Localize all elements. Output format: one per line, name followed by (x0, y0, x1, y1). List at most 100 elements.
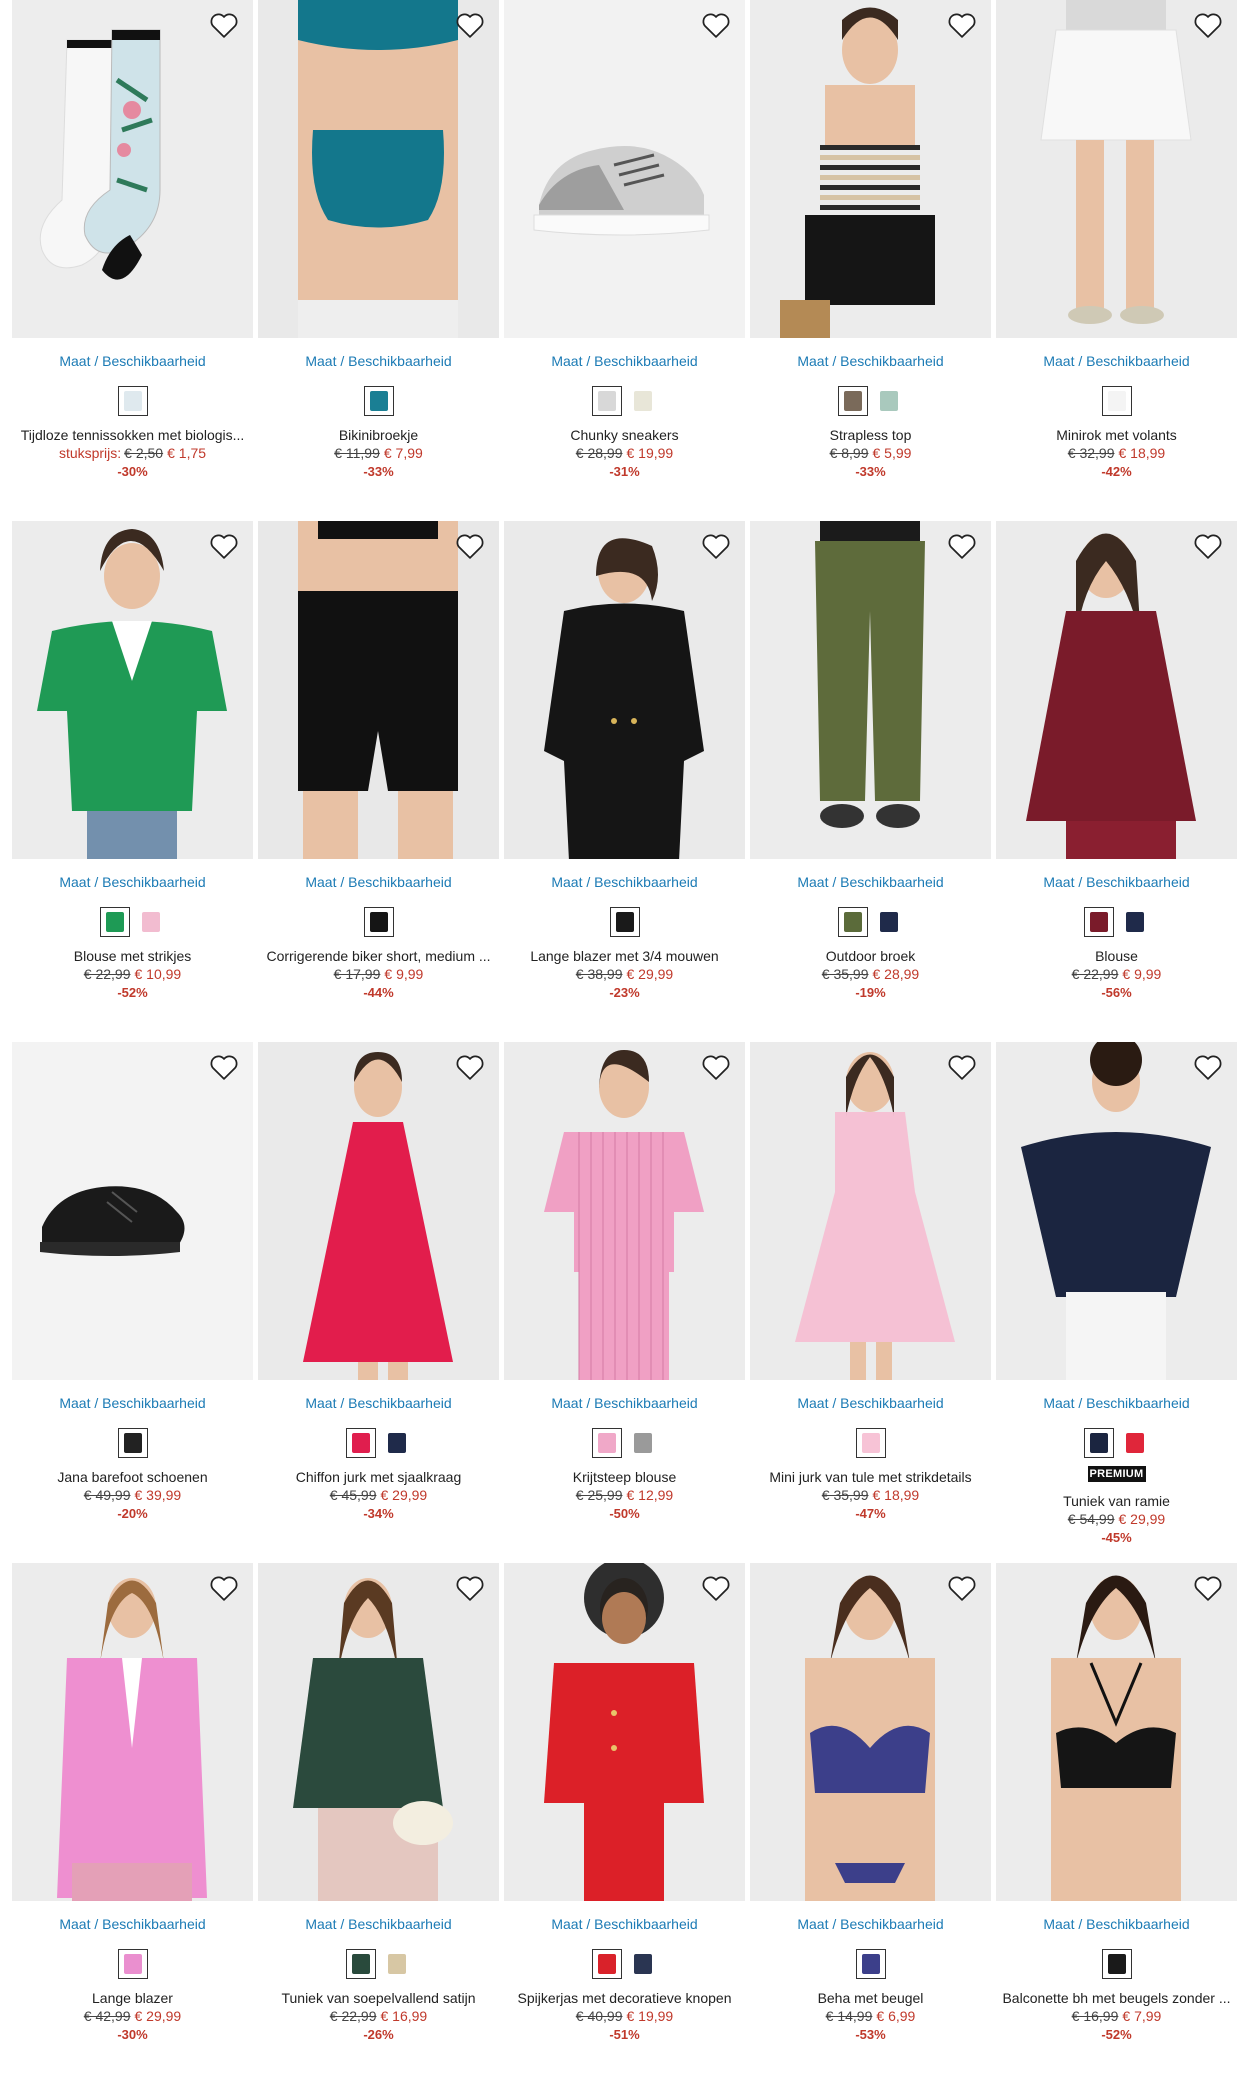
color-swatch[interactable] (855, 1949, 886, 1979)
product-image[interactable] (504, 1563, 745, 1901)
product-image[interactable] (504, 521, 745, 859)
product-card[interactable]: Maat / Beschikbaarheid Chiffon jurk met s… (258, 1042, 499, 1563)
product-image[interactable] (12, 521, 253, 859)
color-swatch[interactable] (591, 1949, 622, 1979)
product-image[interactable] (504, 0, 745, 338)
size-availability-link[interactable]: Maat / Beschikbaarheid (12, 352, 253, 370)
size-availability-link[interactable]: Maat / Beschikbaarheid (504, 873, 745, 891)
wishlist-heart-icon[interactable] (945, 1571, 979, 1605)
size-availability-link[interactable]: Maat / Beschikbaarheid (504, 1394, 745, 1412)
product-card[interactable]: Maat / Beschikbaarheid PREMIUM Tuniek van … (996, 1042, 1237, 1563)
color-swatch[interactable] (1101, 1949, 1132, 1979)
product-card[interactable]: Maat / Beschikbaarheid Balconette bh met … (996, 1563, 1237, 2082)
wishlist-heart-icon[interactable] (699, 1571, 733, 1605)
product-image[interactable] (258, 1042, 499, 1380)
product-name[interactable]: Jana barefoot schoenen (12, 1468, 253, 1486)
product-name[interactable]: Balconette bh met beugels zonder ... (996, 1989, 1237, 2007)
size-availability-link[interactable]: Maat / Beschikbaarheid (750, 873, 991, 891)
wishlist-heart-icon[interactable] (453, 8, 487, 42)
color-swatch[interactable] (117, 1428, 148, 1458)
wishlist-heart-icon[interactable] (945, 529, 979, 563)
color-swatch[interactable] (873, 386, 904, 416)
wishlist-heart-icon[interactable] (207, 529, 241, 563)
wishlist-heart-icon[interactable] (1191, 1571, 1225, 1605)
product-card[interactable]: Maat / Beschikbaarheid Jana barefoot scho… (12, 1042, 253, 1563)
size-availability-link[interactable]: Maat / Beschikbaarheid (996, 1394, 1237, 1412)
size-availability-link[interactable]: Maat / Beschikbaarheid (996, 1915, 1237, 1933)
product-image[interactable] (12, 1042, 253, 1380)
size-availability-link[interactable]: Maat / Beschikbaarheid (750, 1394, 991, 1412)
size-availability-link[interactable]: Maat / Beschikbaarheid (750, 1915, 991, 1933)
wishlist-heart-icon[interactable] (699, 1050, 733, 1084)
product-name[interactable]: Corrigerende biker short, medium ... (258, 947, 499, 965)
wishlist-heart-icon[interactable] (1191, 1050, 1225, 1084)
product-image[interactable] (996, 521, 1237, 859)
size-availability-link[interactable]: Maat / Beschikbaarheid (996, 873, 1237, 891)
color-swatch[interactable] (627, 1428, 658, 1458)
product-name[interactable]: Blouse (996, 947, 1237, 965)
wishlist-heart-icon[interactable] (1191, 8, 1225, 42)
size-availability-link[interactable]: Maat / Beschikbaarheid (12, 1915, 253, 1933)
wishlist-heart-icon[interactable] (453, 1571, 487, 1605)
product-card[interactable]: Maat / Beschikbaarheid Minirok met volant… (996, 0, 1237, 521)
product-card[interactable]: Maat / Beschikbaarheid Mini jurk van tule… (750, 1042, 991, 1563)
product-image[interactable] (258, 521, 499, 859)
size-availability-link[interactable]: Maat / Beschikbaarheid (12, 873, 253, 891)
color-swatch[interactable] (627, 386, 658, 416)
size-availability-link[interactable]: Maat / Beschikbaarheid (258, 352, 499, 370)
product-card[interactable]: Maat / Beschikbaarheid Corrigerende biker… (258, 521, 499, 1042)
size-availability-link[interactable]: Maat / Beschikbaarheid (750, 352, 991, 370)
wishlist-heart-icon[interactable] (1191, 529, 1225, 563)
product-image[interactable] (750, 521, 991, 859)
product-name[interactable]: Tuniek van soepelvallend satijn (258, 1989, 499, 2007)
product-image[interactable] (12, 1563, 253, 1901)
color-swatch[interactable] (381, 1428, 412, 1458)
color-swatch[interactable] (345, 1428, 376, 1458)
product-card[interactable]: Maat / Beschikbaarheid Tijdloze tennissok… (12, 0, 253, 521)
product-card[interactable]: Maat / Beschikbaarheid Outdoor broek € 35,… (750, 521, 991, 1042)
product-name[interactable]: Lange blazer (12, 1989, 253, 2007)
product-name[interactable]: Bikinibroekje (258, 426, 499, 444)
product-card[interactable]: Maat / Beschikbaarheid Blouse € 22,99 € 9,9… (996, 521, 1237, 1042)
product-name[interactable]: Mini jurk van tule met strikdetails (750, 1468, 991, 1486)
product-card[interactable]: Maat / Beschikbaarheid Spijkerjas met dec… (504, 1563, 745, 2082)
color-swatch[interactable] (873, 907, 904, 937)
product-card[interactable]: Maat / Beschikbaarheid Lange blazer met 3… (504, 521, 745, 1042)
color-swatch[interactable] (363, 386, 394, 416)
color-swatch[interactable] (837, 907, 868, 937)
color-swatch[interactable] (363, 907, 394, 937)
wishlist-heart-icon[interactable] (945, 8, 979, 42)
wishlist-heart-icon[interactable] (699, 529, 733, 563)
color-swatch[interactable] (627, 1949, 658, 1979)
product-image[interactable] (996, 1042, 1237, 1380)
color-swatch[interactable] (591, 386, 622, 416)
color-swatch[interactable] (99, 907, 130, 937)
product-card[interactable]: Maat / Beschikbaarheid Tuniek van soepelv… (258, 1563, 499, 2082)
product-card[interactable]: Maat / Beschikbaarheid Blouse met strikje… (12, 521, 253, 1042)
product-name[interactable]: Chiffon jurk met sjaalkraag (258, 1468, 499, 1486)
wishlist-heart-icon[interactable] (945, 1050, 979, 1084)
product-name[interactable]: Chunky sneakers (504, 426, 745, 444)
product-card[interactable]: Maat / Beschikbaarheid Chunky sneakers € 2… (504, 0, 745, 521)
product-name[interactable]: Tuniek van ramie (996, 1492, 1237, 1510)
color-swatch[interactable] (117, 386, 148, 416)
color-swatch[interactable] (1083, 907, 1114, 937)
product-image[interactable] (750, 0, 991, 338)
color-swatch[interactable] (345, 1949, 376, 1979)
product-card[interactable]: Maat / Beschikbaarheid Bikinibroekje € 11,… (258, 0, 499, 521)
size-availability-link[interactable]: Maat / Beschikbaarheid (12, 1394, 253, 1412)
product-name[interactable]: Strapless top (750, 426, 991, 444)
product-card[interactable]: Maat / Beschikbaarheid Beha met beugel € 1… (750, 1563, 991, 2082)
product-name[interactable]: Blouse met strikjes (12, 947, 253, 965)
product-name[interactable]: Spijkerjas met decoratieve knopen (504, 1989, 745, 2007)
size-availability-link[interactable]: Maat / Beschikbaarheid (504, 352, 745, 370)
wishlist-heart-icon[interactable] (207, 8, 241, 42)
product-image[interactable] (996, 0, 1237, 338)
product-name[interactable]: Krijtsteep blouse (504, 1468, 745, 1486)
color-swatch[interactable] (1101, 386, 1132, 416)
product-image[interactable] (750, 1042, 991, 1380)
color-swatch[interactable] (381, 1949, 412, 1979)
color-swatch[interactable] (117, 1949, 148, 1979)
size-availability-link[interactable]: Maat / Beschikbaarheid (258, 1394, 499, 1412)
product-card[interactable]: Maat / Beschikbaarheid Lange blazer € 42,9… (12, 1563, 253, 2082)
